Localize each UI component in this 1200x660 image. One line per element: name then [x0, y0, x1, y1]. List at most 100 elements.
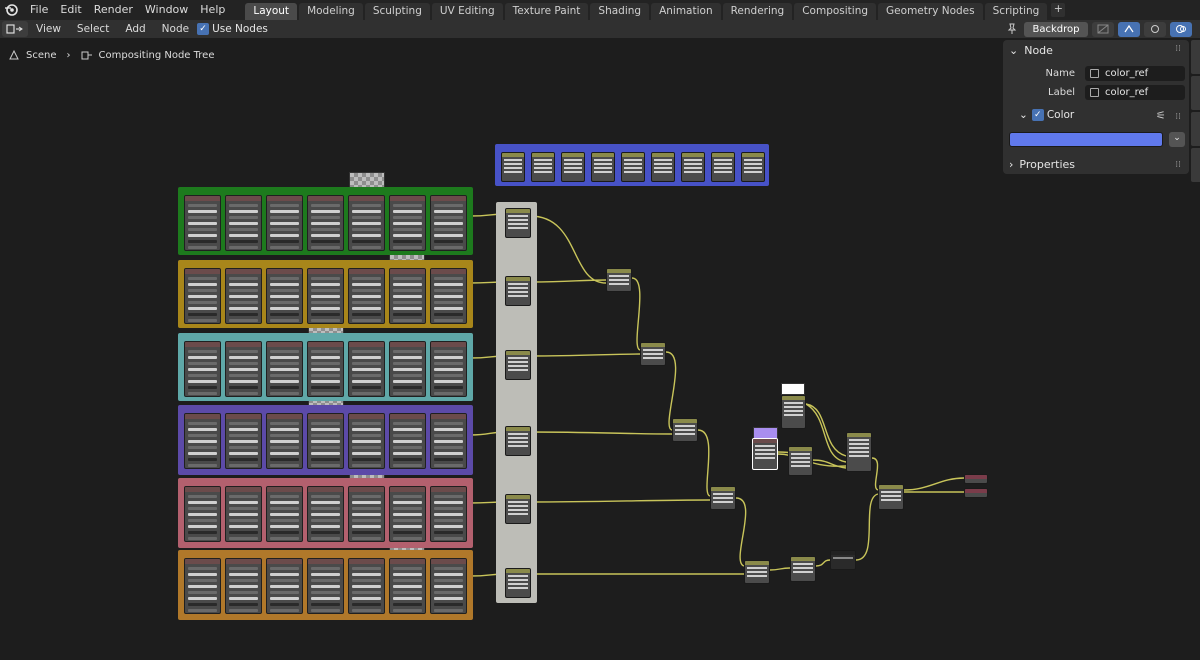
node[interactable]: [681, 152, 705, 182]
node[interactable]: [531, 152, 555, 182]
image-node[interactable]: [307, 195, 344, 251]
sidebar-tab-options[interactable]: [1191, 148, 1200, 182]
node[interactable]: [591, 152, 615, 182]
backdrop-button[interactable]: Backdrop: [1024, 21, 1088, 37]
gizmo-button[interactable]: [1170, 21, 1192, 37]
image-node[interactable]: [307, 413, 344, 469]
rgb-node[interactable]: [781, 395, 806, 429]
node[interactable]: [621, 152, 645, 182]
mix-node[interactable]: [672, 418, 698, 442]
node[interactable]: [711, 152, 735, 182]
image-node[interactable]: [225, 341, 262, 397]
mix-node[interactable]: [710, 486, 736, 510]
drag-handle-icon[interactable]: ⁞⁞: [1175, 160, 1181, 170]
image-node[interactable]: [389, 558, 426, 614]
drag-handle-icon[interactable]: ⁞⁞: [1175, 44, 1181, 54]
color-dropdown-button[interactable]: ⌄: [1169, 132, 1185, 147]
image-node[interactable]: [266, 341, 303, 397]
tab-geometry-nodes[interactable]: Geometry Nodes: [878, 3, 983, 20]
image-node[interactable]: [430, 413, 467, 469]
tab-layout[interactable]: Layout: [245, 3, 298, 20]
properties-section-header[interactable]: › Properties ⁞⁞: [1003, 155, 1189, 174]
image-node[interactable]: [348, 413, 385, 469]
reroute-node[interactable]: [505, 568, 531, 598]
add-menu[interactable]: Add: [117, 23, 153, 35]
color-subpanel-header[interactable]: ⌄ ✓ Color: [1019, 109, 1074, 121]
image-node[interactable]: [348, 268, 385, 324]
dark-node[interactable]: [830, 550, 856, 570]
menu-window[interactable]: Window: [139, 0, 194, 20]
image-node[interactable]: [266, 413, 303, 469]
node[interactable]: [501, 152, 525, 182]
sidebar-tab-view[interactable]: [1191, 112, 1200, 146]
tab-compositing[interactable]: Compositing: [794, 3, 877, 20]
image-node[interactable]: [430, 268, 467, 324]
image-node[interactable]: [266, 558, 303, 614]
mix-node[interactable]: [788, 446, 813, 476]
editor-type-selector[interactable]: [2, 21, 28, 37]
image-node[interactable]: [225, 268, 262, 324]
node-section-header[interactable]: ⌄ Node: [1003, 40, 1189, 60]
image-node[interactable]: [225, 486, 262, 542]
image-node[interactable]: [389, 341, 426, 397]
snap-toggle-button[interactable]: [1118, 21, 1140, 37]
menu-edit[interactable]: Edit: [54, 0, 87, 20]
node[interactable]: [741, 152, 765, 182]
tab-sculpting[interactable]: Sculpting: [364, 3, 430, 20]
composite-output-node[interactable]: [964, 474, 988, 484]
overlay-button[interactable]: [1144, 21, 1166, 37]
image-node[interactable]: [307, 486, 344, 542]
node-menu[interactable]: Node: [154, 23, 197, 35]
menu-file[interactable]: File: [24, 0, 54, 20]
image-node[interactable]: [184, 195, 221, 251]
image-node[interactable]: [184, 558, 221, 614]
sidebar-tab-tool[interactable]: [1191, 76, 1200, 110]
image-node[interactable]: [348, 558, 385, 614]
image-node[interactable]: [225, 558, 262, 614]
mix-node[interactable]: [744, 560, 770, 584]
menu-help[interactable]: Help: [194, 0, 231, 20]
image-node[interactable]: [348, 486, 385, 542]
reroute-column[interactable]: [496, 202, 537, 603]
label-field[interactable]: color_ref: [1085, 85, 1185, 100]
image-node[interactable]: [225, 413, 262, 469]
color-checkbox[interactable]: ✓: [1031, 109, 1044, 121]
reroute-node[interactable]: [505, 494, 531, 524]
tab-shading[interactable]: Shading: [590, 3, 650, 20]
frame-color-ref[interactable]: [495, 144, 769, 186]
tab-animation[interactable]: Animation: [651, 3, 721, 20]
presets-icon[interactable]: ⚟: [1156, 109, 1166, 122]
tab-texture-paint[interactable]: Texture Paint: [504, 3, 589, 20]
image-node[interactable]: [184, 486, 221, 542]
tab-scripting[interactable]: Scripting: [984, 3, 1048, 20]
tab-modeling[interactable]: Modeling: [299, 3, 363, 20]
mix-node[interactable]: [790, 556, 816, 582]
image-node[interactable]: [430, 341, 467, 397]
image-node[interactable]: [389, 486, 426, 542]
mix-node[interactable]: [846, 432, 872, 472]
menu-render[interactable]: Render: [88, 0, 139, 20]
tab-uv-editing[interactable]: UV Editing: [431, 3, 503, 20]
view-menu[interactable]: View: [28, 23, 69, 35]
node[interactable]: [651, 152, 675, 182]
image-node[interactable]: [348, 195, 385, 251]
image-node[interactable]: [225, 195, 262, 251]
sidebar-tab-node[interactable]: [1191, 40, 1200, 74]
use-nodes-toggle[interactable]: ✓ Use Nodes: [197, 23, 268, 35]
image-node[interactable]: [184, 268, 221, 324]
drag-handle-icon[interactable]: ⁞⁞: [1175, 112, 1181, 122]
mix-node[interactable]: [640, 342, 666, 366]
image-node[interactable]: [389, 413, 426, 469]
image-node[interactable]: [389, 268, 426, 324]
pin-icon[interactable]: [1004, 21, 1020, 37]
image-node[interactable]: [307, 558, 344, 614]
image-node[interactable]: [430, 486, 467, 542]
color-swatch[interactable]: [1009, 132, 1163, 147]
blender-logo-icon[interactable]: [2, 1, 20, 19]
image-node[interactable]: [266, 486, 303, 542]
select-menu[interactable]: Select: [69, 23, 117, 35]
add-workspace-button[interactable]: +: [1051, 3, 1066, 17]
name-field[interactable]: color_ref: [1085, 66, 1185, 81]
color-ref-node[interactable]: [752, 438, 778, 470]
image-node[interactable]: [266, 268, 303, 324]
